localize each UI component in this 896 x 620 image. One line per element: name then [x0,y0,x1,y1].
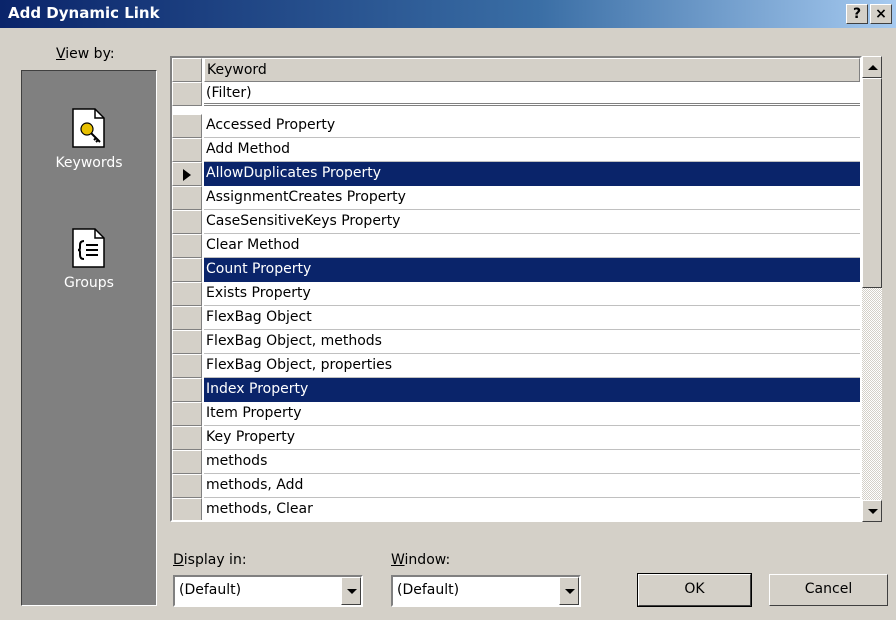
keyword-cell[interactable]: FlexBag Object, methods [204,330,860,354]
table-row[interactable]: methods [172,450,860,474]
window-value: (Default) [397,582,460,598]
display-in-value: (Default) [179,582,242,598]
grid-header-row: Keyword [172,58,860,82]
table-row[interactable]: Add Method [172,138,860,162]
keyword-cell[interactable]: CaseSensitiveKeys Property [204,210,860,234]
row-selector[interactable] [172,186,202,210]
keyword-cell[interactable]: Accessed Property [204,114,860,138]
table-row[interactable]: Item Property [172,402,860,426]
table-row[interactable]: CaseSensitiveKeys Property [172,210,860,234]
table-row[interactable]: Accessed Property [172,114,860,138]
keyword-cell[interactable]: Add Method [204,138,860,162]
row-selector[interactable] [172,450,202,474]
scroll-up-button[interactable] [862,56,882,78]
table-row[interactable]: Key Property [172,426,860,450]
chevron-down-icon [565,589,575,594]
row-selector[interactable] [172,282,202,306]
help-button[interactable]: ? [846,4,868,24]
filter-row[interactable]: (Filter) [172,82,860,106]
filter-selector [172,82,202,106]
row-selector[interactable] [172,498,202,520]
keyword-cell[interactable]: Item Property [204,402,860,426]
row-selector[interactable] [172,474,202,498]
table-row[interactable]: Clear Method [172,234,860,258]
table-row[interactable]: FlexBag Object, properties [172,354,860,378]
cancel-button[interactable]: Cancel [769,574,888,606]
key-document-icon [72,108,105,148]
keyword-cell[interactable]: FlexBag Object [204,306,860,330]
table-row[interactable]: Exists Property [172,282,860,306]
close-button[interactable]: × [870,4,892,24]
scroll-up-icon [868,65,878,70]
scroll-down-icon [868,509,878,514]
display-in-label: Display in: [173,552,247,568]
table-row[interactable]: FlexBag Object, methods [172,330,860,354]
nav-item-keywords[interactable]: Keywords [22,107,156,171]
table-row[interactable]: Count Property [172,258,860,282]
row-selector[interactable] [172,354,202,378]
table-row[interactable]: AssignmentCreates Property [172,186,860,210]
keyword-cell[interactable]: FlexBag Object, properties [204,354,860,378]
current-row-arrow-icon [183,169,191,181]
row-selector[interactable] [172,162,202,186]
scroll-thumb[interactable] [862,78,882,288]
keyword-cell[interactable]: Clear Method [204,234,860,258]
row-selector[interactable] [172,210,202,234]
keyword-cell[interactable]: methods, Add [204,474,860,498]
keyword-column-header[interactable]: Keyword [204,58,860,82]
row-selector[interactable] [172,114,202,138]
keyword-cell[interactable]: Key Property [204,426,860,450]
keyword-cell[interactable]: Index Property [204,378,860,402]
table-row[interactable]: methods, Clear [172,498,860,520]
nav-item-keywords-label: Keywords [55,155,123,171]
row-selector[interactable] [172,306,202,330]
window-dropdown-button[interactable] [559,577,579,605]
row-selector[interactable] [172,234,202,258]
window-title: Add Dynamic Link [8,4,160,22]
keyword-grid[interactable]: Keyword (Filter) Accessed Property Add Me… [170,56,862,522]
nav-item-groups[interactable]: Groups [22,227,156,291]
vertical-scrollbar[interactable] [862,56,882,522]
keyword-cell[interactable]: AllowDuplicates Property [204,162,860,186]
window-select[interactable]: (Default) [391,575,581,607]
row-selector[interactable] [172,258,202,282]
display-in-select[interactable]: (Default) [173,575,363,607]
display-in-dropdown-button[interactable] [341,577,361,605]
braces-document-icon [72,228,105,268]
row-selector[interactable] [172,402,202,426]
row-selector[interactable] [172,138,202,162]
ok-button[interactable]: OK [637,573,752,607]
table-row[interactable]: AllowDuplicates Property [172,162,860,186]
table-row[interactable]: FlexBag Object [172,306,860,330]
row-selector[interactable] [172,330,202,354]
chevron-down-icon [347,589,357,594]
scroll-down-button[interactable] [862,500,882,522]
table-row[interactable]: methods, Add [172,474,860,498]
filter-cell[interactable]: (Filter) [204,82,860,106]
view-by-label: View by: [56,46,115,62]
view-by-panel: Keywords Groups [21,70,157,606]
title-bar: Add Dynamic Link ? × [0,0,896,28]
keyword-cell[interactable]: Exists Property [204,282,860,306]
row-selector[interactable] [172,426,202,450]
header-selector [172,58,202,82]
keyword-cell[interactable]: Count Property [204,258,860,282]
window-label: Window: [391,552,451,568]
table-row[interactable]: Index Property [172,378,860,402]
keyword-cell[interactable]: methods [204,450,860,474]
keyword-cell[interactable]: methods, Clear [204,498,860,520]
row-selector[interactable] [172,378,202,402]
keyword-cell[interactable]: AssignmentCreates Property [204,186,860,210]
nav-item-groups-label: Groups [64,275,114,291]
